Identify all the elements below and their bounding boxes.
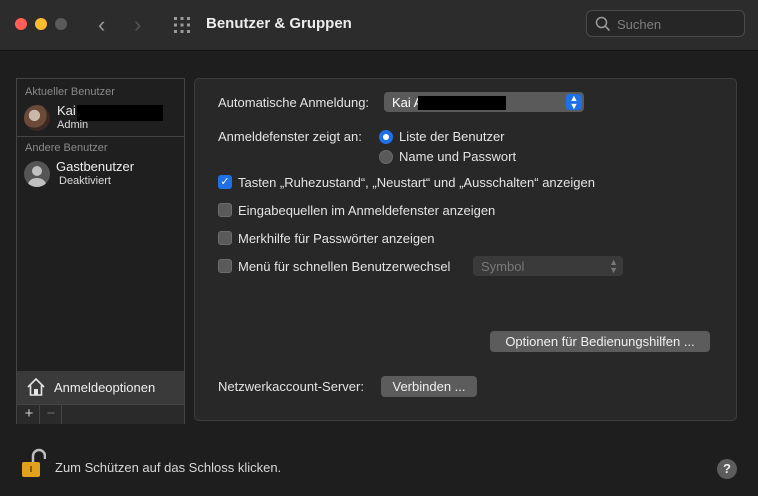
current-user-name: Kai [57,103,76,118]
auto-login-label: Automatische Anmeldung: [218,95,370,110]
lock-hint-text: Zum Schützen auf das Schloss klicken. [55,460,282,475]
login-window-label: Anmeldefenster zeigt an: [218,129,362,144]
checkbox-fast-user-switching-label: Menü für schnellen Benutzerwechsel [238,259,451,274]
auto-login-popup[interactable]: Kai A ▲ ▼ [384,92,584,112]
lock-open-icon[interactable] [20,448,46,480]
checkbox-password-hints[interactable] [218,231,232,245]
radio-name-password-label: Name und Passwort [399,149,517,164]
zoom-window-button[interactable] [55,18,67,30]
checkbox-input-sources[interactable] [218,203,232,217]
close-window-button[interactable] [15,18,27,30]
checkbox-input-sources-label: Eingabequellen im Anmeldefenster anzeige… [238,203,496,218]
grid-icon[interactable] [173,16,191,34]
checkbox-password-hints-label: Merkhilfe für Passwörter anzeigen [238,231,435,246]
fast-switch-value: Symbol [481,259,525,274]
checkbox-power-buttons-label: Tasten „Ruhezustand“, „Neustart“ und „Au… [238,175,595,190]
radio-user-list-label: Liste der Benutzer [399,129,505,144]
house-icon [27,377,45,396]
other-users-section-label: Andere Benutzer [25,142,108,154]
redaction-bar [418,96,506,110]
chevron-updown-icon: ▲ ▼ [609,257,618,275]
network-server-label: Netzwerkaccount-Server: [218,379,364,394]
connect-button[interactable]: Verbinden ... [381,376,477,397]
login-options-panel: Automatische Anmeldung: Kai A ▲ ▼ Anmelde… [194,78,737,421]
fast-switch-popup[interactable]: Symbol ▲ ▼ [473,256,623,276]
help-button[interactable]: ? [717,459,737,479]
user-list-item-guest[interactable]: Gastbenutzer Deaktiviert [17,157,184,191]
user-list-item-current[interactable]: Kai Admin [17,101,184,135]
checkbox-power-buttons[interactable]: ✓ [218,175,232,189]
radio-name-password[interactable] [379,150,393,164]
user-list-sidebar: Aktueller Benutzer Kai Admin Andere Benu… [16,78,185,424]
window-title: Benutzer & Gruppen [206,15,352,32]
accessibility-options-button[interactable]: Optionen für Bedienungshilfen ... [490,331,710,352]
guest-user-name: Gastbenutzer [56,159,135,174]
guest-avatar-icon [24,161,50,187]
search-input[interactable] [615,14,739,35]
add-remove-bar: + − [17,404,184,424]
title-bar: ‹ › Benutzer & Gruppen [0,0,758,51]
login-options-item[interactable]: Anmeldeoptionen [17,371,184,404]
radio-user-list[interactable] [379,130,393,144]
sidebar-divider [17,136,184,137]
minimize-window-button[interactable] [35,18,47,30]
login-options-label: Anmeldeoptionen [54,380,156,395]
add-user-button[interactable]: + [19,405,40,424]
forward-icon[interactable]: › [134,12,141,38]
back-icon[interactable]: ‹ [98,12,105,38]
checkbox-fast-user-switching[interactable] [218,259,232,273]
chevron-updown-icon: ▲ ▼ [566,94,582,111]
redaction-bar [77,105,163,121]
search-icon [595,16,611,32]
remove-user-button[interactable]: − [41,405,62,424]
avatar [24,105,50,131]
search-field[interactable] [586,10,745,37]
current-user-role: Admin [57,119,89,131]
current-user-section-label: Aktueller Benutzer [25,86,115,98]
guest-user-status: Deaktiviert [59,175,111,187]
